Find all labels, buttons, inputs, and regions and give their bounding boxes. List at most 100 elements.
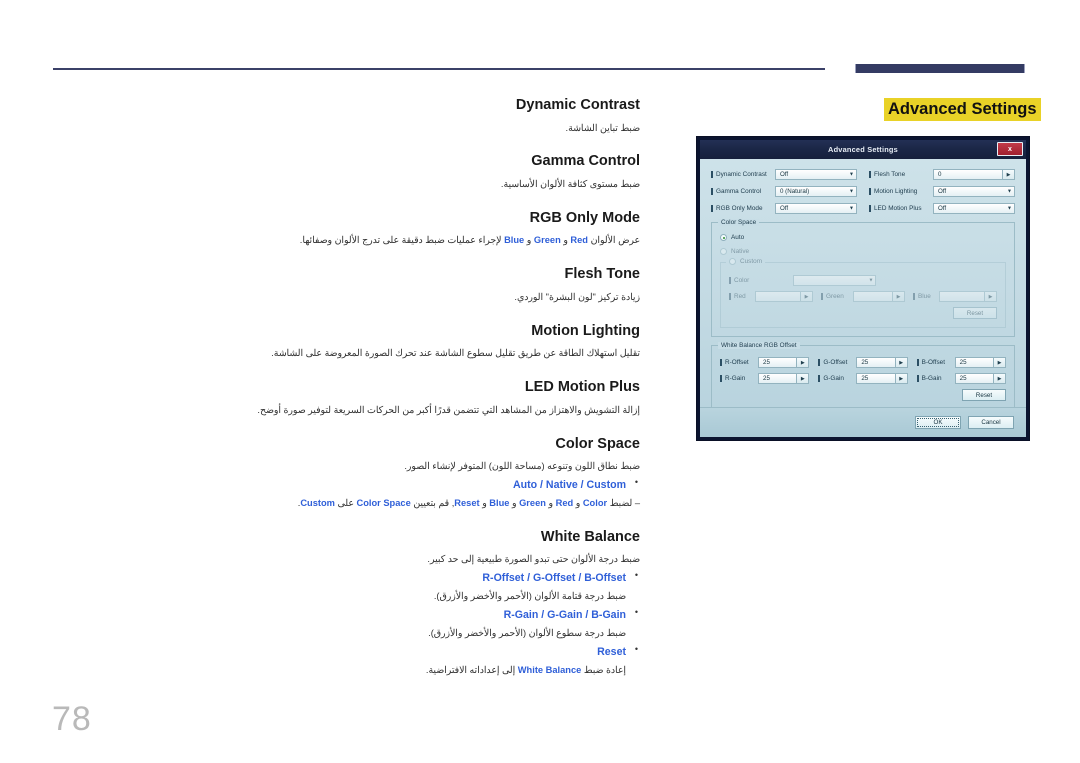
entry-rgb-only-mode: RGB Only Mode عرض الألوان Red و Green و …	[180, 209, 640, 248]
keyword-blue: Blue	[504, 235, 525, 246]
radio-auto[interactable]: Auto	[720, 234, 1006, 241]
spinner-custom-red[interactable]: ▶	[755, 291, 813, 302]
label-custom-red: Red	[729, 293, 751, 300]
wb-item-reset: Reset إعادة ضبط White Balance إلى إعدادا…	[180, 644, 640, 678]
label-custom-green: Green	[821, 293, 849, 300]
spinner-value: 25	[861, 375, 869, 382]
radio-icon-native[interactable]	[720, 248, 727, 255]
combo-rgb-only-mode[interactable]: Off ▼	[775, 203, 857, 214]
field-dynamic-contrast[interactable]: Dynamic Contrast Off ▼	[711, 169, 857, 180]
desc-rgb-only-mode: عرض الألوان Red و Green و Blue لإجراء عم…	[180, 233, 640, 248]
custom-rgb-fields: Red ▶ Green ▶ Blue ▶	[729, 291, 997, 302]
bullet-bar-icon	[869, 205, 871, 212]
keyword-white-balance: White Balance	[517, 664, 582, 675]
field-flesh-tone[interactable]: Flesh Tone 0 ▶	[869, 169, 1015, 180]
combo-custom-color[interactable]: ▼	[793, 275, 877, 286]
spinner-flesh-tone[interactable]: 0 ▶	[933, 169, 1015, 180]
white-balance-fields: R-Offset 25 ▶ G-Offset 25 ▶ B-Offset 25 ▶ R…	[720, 357, 1006, 384]
color-space-legend: Color Space	[718, 219, 760, 226]
header-rule-thin	[53, 68, 825, 70]
spinner-value: 0	[938, 171, 942, 178]
spinner-g-offset[interactable]: 25 ▶	[856, 357, 908, 368]
wb-gain-options: R-Gain / G-Gain / B-Gain	[503, 609, 626, 622]
chevron-right-icon[interactable]: ▶	[796, 358, 809, 367]
cancel-button[interactable]: Cancel	[968, 416, 1014, 429]
chevron-right-icon[interactable]: ▶	[993, 358, 1005, 367]
dialog-inner: Advanced Settings x Dynamic Contrast Off…	[700, 140, 1026, 437]
term-dynamic-contrast: Dynamic Contrast	[515, 97, 640, 113]
note-part-7: على	[334, 497, 357, 508]
chevron-right-icon[interactable]: ▶	[993, 374, 1005, 383]
bullet-bar-icon	[818, 375, 821, 382]
spinner-r-offset[interactable]: 25 ▶	[758, 357, 810, 368]
white-balance-legend: White Balance RGB Offset	[718, 342, 800, 349]
term-flesh-tone: Flesh Tone	[564, 266, 640, 283]
close-icon[interactable]: x	[997, 142, 1023, 156]
radio-icon-custom[interactable]	[729, 258, 736, 265]
label-rgb-only-mode: RGB Only Mode	[711, 205, 771, 212]
custom-legend[interactable]: Custom	[726, 258, 766, 265]
field-r-offset[interactable]: R-Offset 25 ▶	[720, 357, 810, 368]
chevron-right-icon[interactable]: ▶	[894, 358, 907, 367]
field-gamma-control[interactable]: Gamma Control 0 (Natural) ▼	[711, 186, 857, 197]
field-r-gain[interactable]: R-Gain 25 ▶	[720, 373, 810, 384]
field-custom-color[interactable]: Color ▼	[729, 275, 877, 286]
note-part-4: و	[509, 497, 520, 508]
field-b-gain[interactable]: B-Gain 25 ▶	[916, 373, 1006, 384]
chevron-right-icon[interactable]: ▶	[894, 374, 907, 383]
wb-reset-option: Reset	[597, 645, 626, 658]
field-custom-red[interactable]: Red ▶	[729, 291, 813, 302]
spinner-custom-green[interactable]: ▶	[853, 291, 905, 302]
note-dash: –	[634, 497, 640, 508]
chevron-right-icon[interactable]: ▶	[892, 292, 904, 301]
field-b-offset[interactable]: B-Offset 25 ▶	[916, 357, 1006, 368]
label-text: Red	[734, 293, 746, 300]
white-balance-reset-button[interactable]: Reset	[962, 389, 1006, 401]
bullet-bar-icon	[821, 293, 823, 300]
spinner-r-gain[interactable]: 25 ▶	[758, 373, 810, 384]
combo-led-motion-plus[interactable]: Off ▼	[933, 203, 1015, 214]
chevron-right-icon[interactable]: ▶	[984, 292, 996, 301]
radio-native[interactable]: Native	[720, 248, 1006, 255]
field-custom-blue[interactable]: Blue ▶	[913, 291, 997, 302]
field-led-motion-plus[interactable]: LED Motion Plus Off ▼	[869, 203, 1015, 214]
note-part-3: و	[545, 497, 556, 508]
radio-icon-auto[interactable]	[720, 234, 727, 241]
chevron-right-icon[interactable]: ▶	[796, 374, 809, 383]
field-motion-lighting[interactable]: Motion Lighting Off ▼	[869, 186, 1015, 197]
combo-dynamic-contrast[interactable]: Off ▼	[775, 169, 857, 180]
bullet-bar-icon	[711, 205, 713, 212]
spinner-b-offset[interactable]: 25 ▶	[954, 357, 1006, 368]
page-section-title: Advanced Settings	[884, 98, 1041, 122]
spinner-value: 25	[861, 359, 869, 366]
combo-motion-lighting[interactable]: Off ▼	[933, 186, 1015, 197]
ok-button[interactable]: OK	[915, 416, 961, 429]
label-text: Motion Lighting	[874, 188, 918, 195]
color-space-note: – لضبط Color و Red و Green و Blue و Rese…	[180, 496, 640, 511]
term-gamma-control: Gamma Control	[531, 153, 640, 170]
bullet-bar-icon	[711, 171, 713, 178]
spinner-b-gain[interactable]: 25 ▶	[954, 373, 1006, 384]
custom-reset-button[interactable]: Reset	[953, 307, 997, 319]
label-b-gain: B-Gain	[916, 375, 951, 382]
chevron-right-icon[interactable]: ▶	[1002, 170, 1014, 179]
label-dynamic-contrast: Dynamic Contrast	[711, 171, 771, 178]
keyword-blue-2: Blue	[489, 497, 510, 508]
label-g-offset: G-Offset	[818, 359, 852, 366]
combo-gamma-control[interactable]: 0 (Natural) ▼	[775, 186, 857, 197]
field-rgb-only-mode[interactable]: RGB Only Mode Off ▼	[711, 203, 857, 214]
field-g-gain[interactable]: G-Gain 25 ▶	[818, 373, 908, 384]
chevron-right-icon[interactable]: ▶	[800, 292, 812, 301]
custom-reset-row: Reset	[729, 307, 997, 319]
wb-offset-options: R-Offset / G-Offset / B-Offset	[482, 572, 626, 585]
note-part-6: , قم بتعيين	[410, 497, 455, 508]
term-white-balance: White Balance	[540, 528, 640, 545]
bullet-bar-icon	[916, 359, 919, 366]
dialog-title: Advanced Settings	[828, 145, 898, 154]
spinner-g-gain[interactable]: 25 ▶	[856, 373, 908, 384]
bullet-bar-icon	[729, 293, 731, 300]
spinner-custom-blue[interactable]: ▶	[939, 291, 997, 302]
field-g-offset[interactable]: G-Offset 25 ▶	[818, 357, 908, 368]
spinner-value: 25	[959, 375, 967, 382]
field-custom-green[interactable]: Green ▶	[821, 291, 905, 302]
